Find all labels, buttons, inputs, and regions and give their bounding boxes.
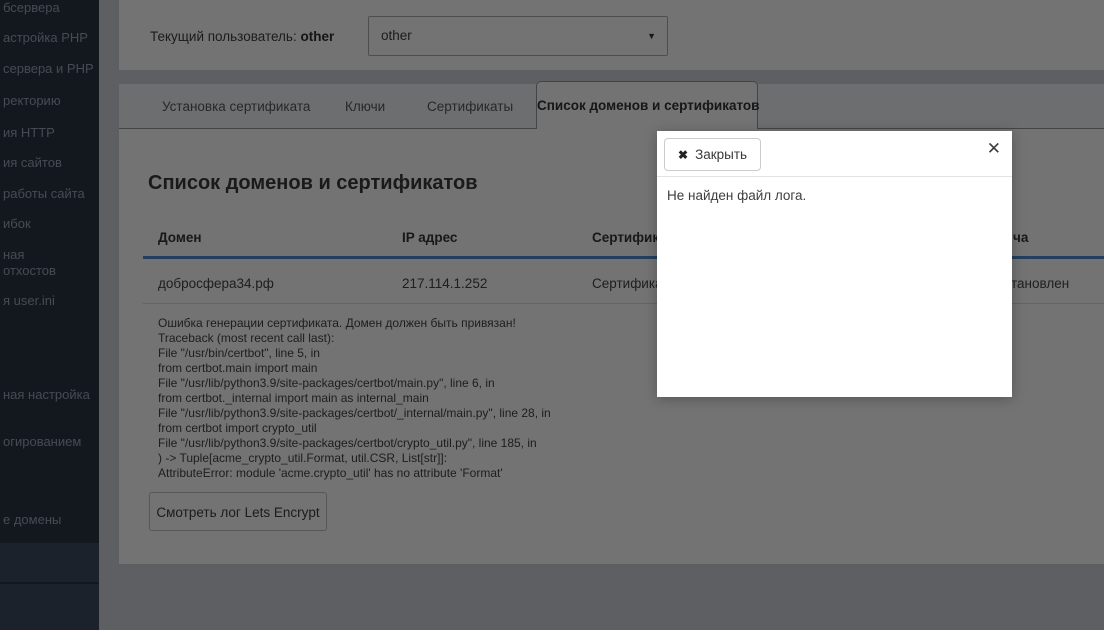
log-modal-header: ✖ Закрыть ✕ <box>657 131 1012 177</box>
log-modal: ✖ Закрыть ✕ Не найден файл лога. <box>657 131 1012 397</box>
modal-close-button[interactable]: ✖ Закрыть <box>664 138 761 171</box>
modal-corner-close-icon[interactable]: ✕ <box>987 140 1001 157</box>
log-modal-message: Не найден файл лога. <box>667 188 806 203</box>
log-modal-body: Не найден файл лога. <box>657 177 1012 214</box>
app-screen: бсервера астройка PHP сервера и PHP рект… <box>0 0 1104 630</box>
modal-close-button-label: Закрыть <box>695 147 747 162</box>
close-x-icon: ✖ <box>678 148 688 162</box>
